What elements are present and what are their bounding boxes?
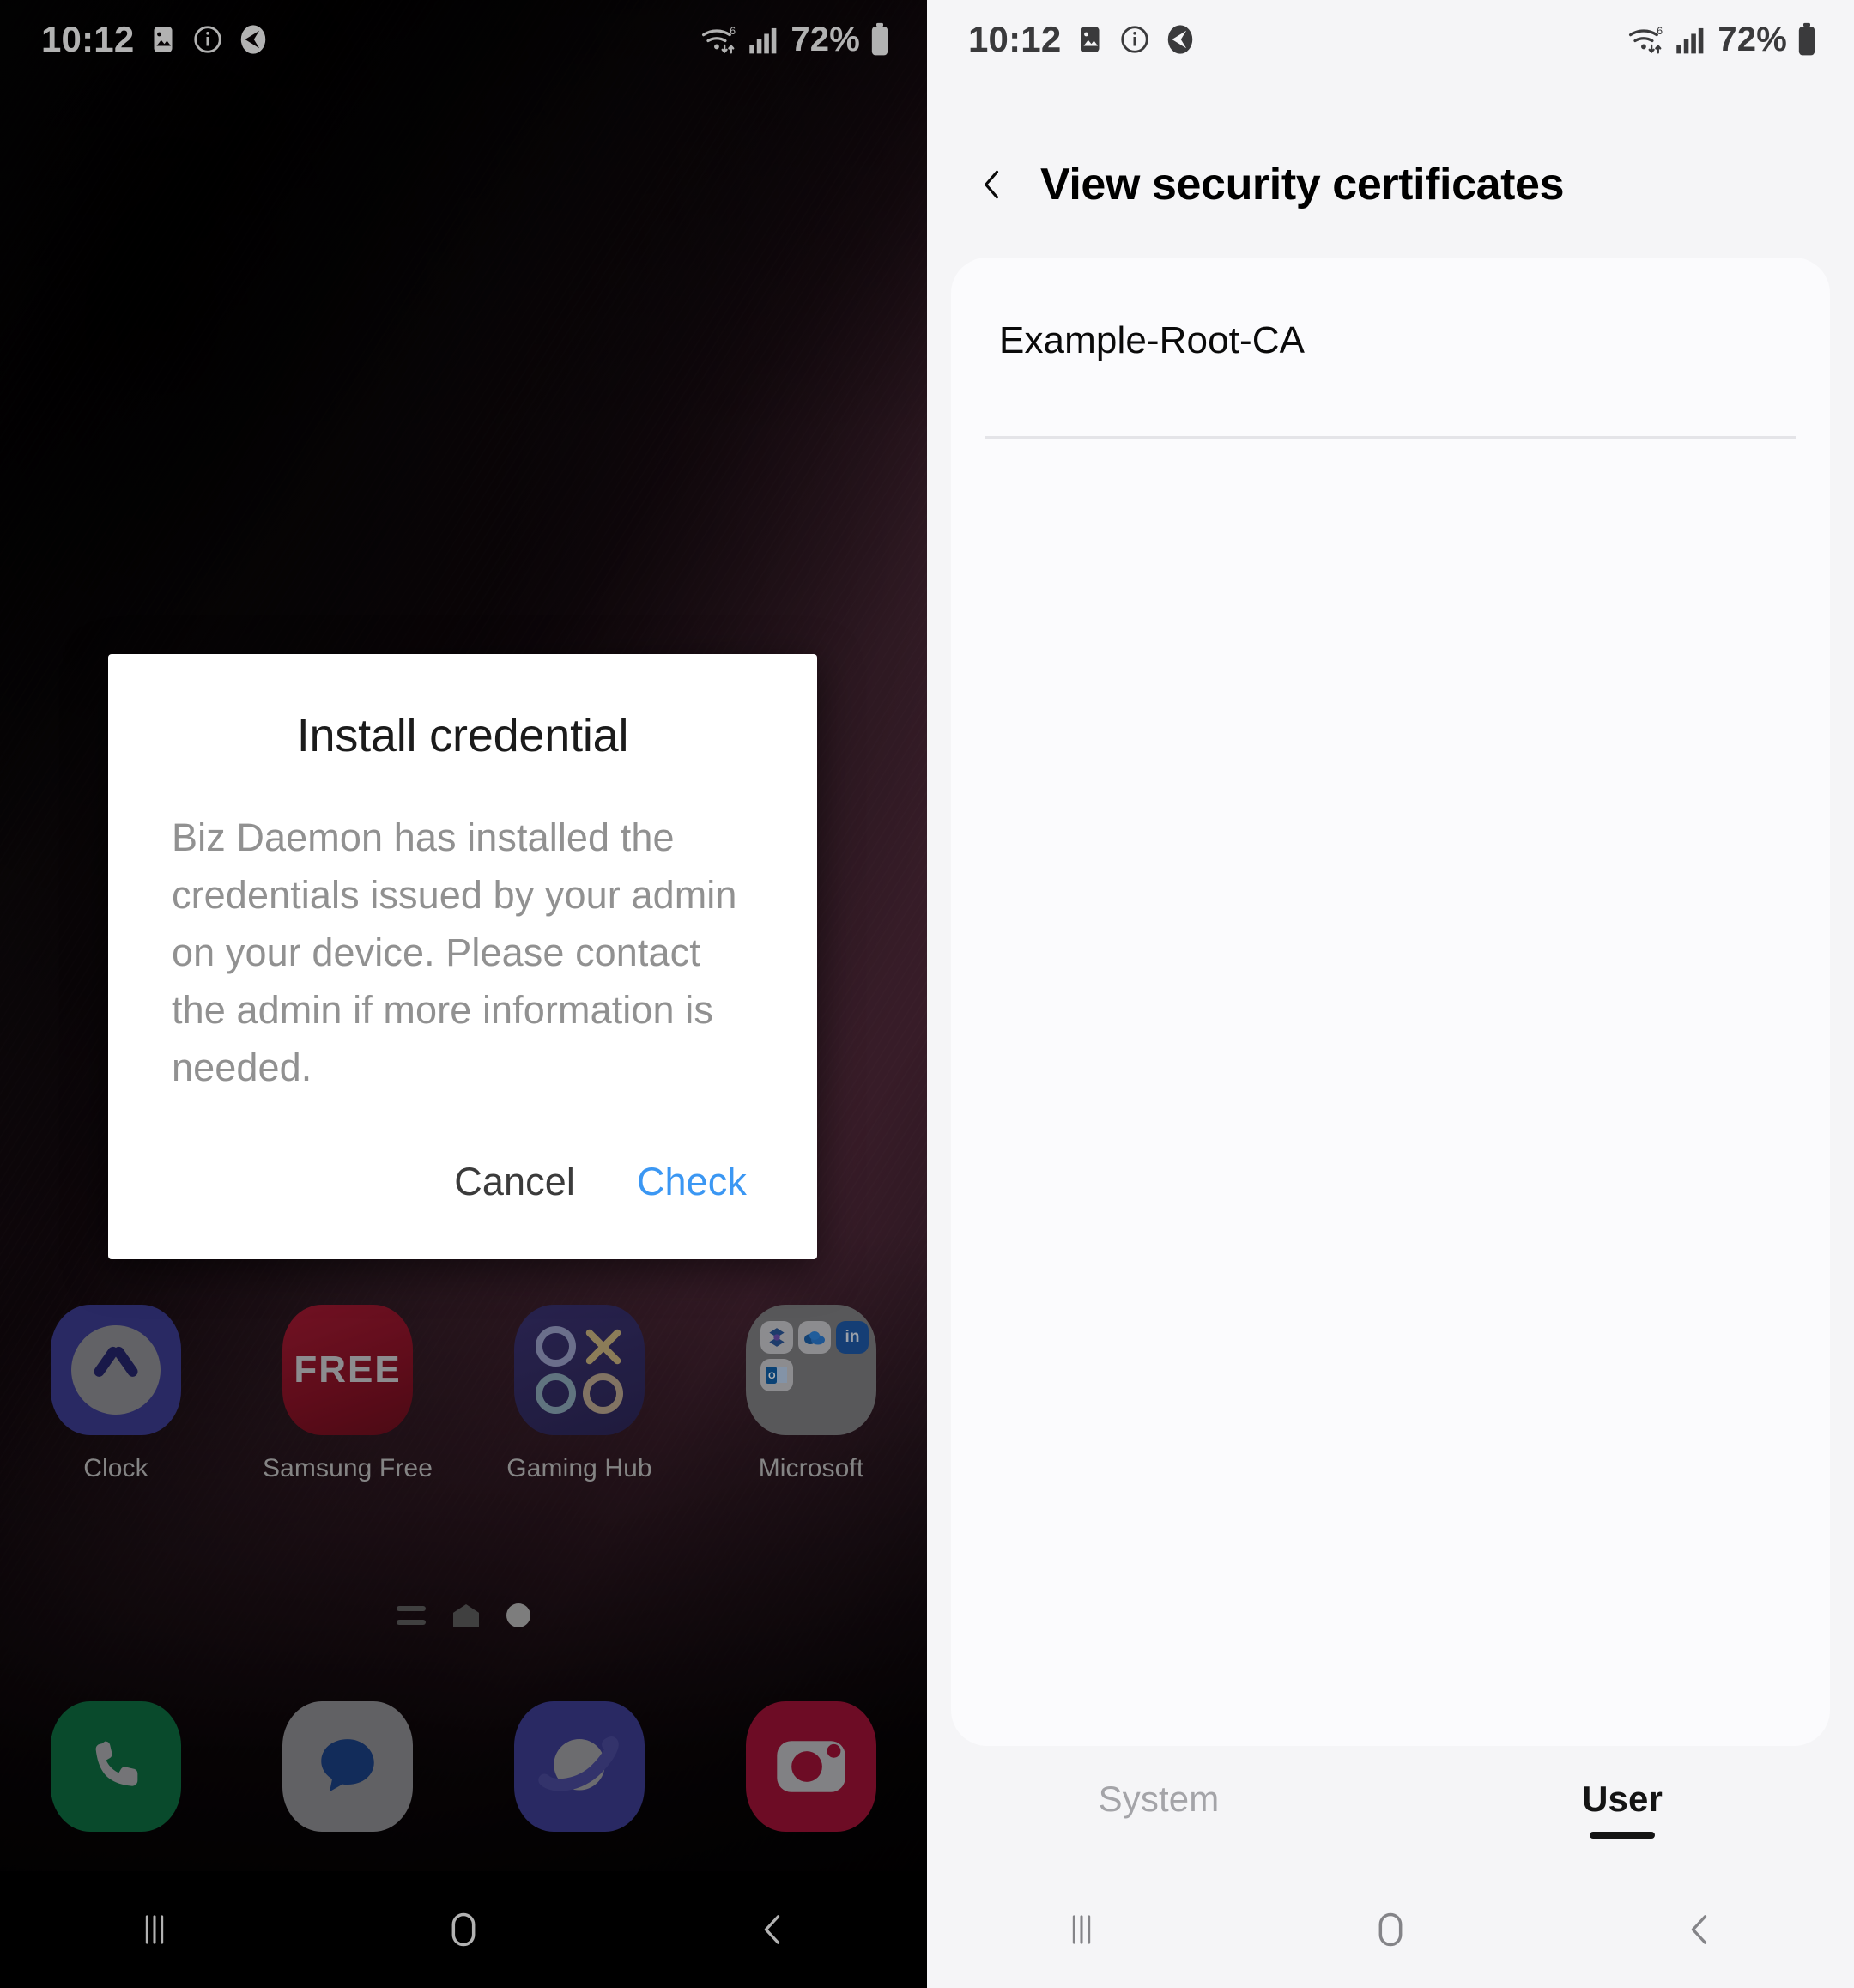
cellular-signal-icon — [1675, 24, 1704, 55]
dialog-message: Biz Daemon has installed the credentials… — [172, 815, 737, 1089]
navigation-app-icon — [1164, 23, 1197, 56]
status-bar-clock: 10:12 — [968, 19, 1062, 59]
list-divider — [985, 436, 1796, 439]
certificate-list-card: Example-Root-CA — [951, 258, 1830, 1746]
recents-button[interactable] — [927, 1907, 1236, 1952]
back-chevron-icon[interactable] — [973, 166, 1011, 203]
wifi-6-icon: 6 — [1627, 22, 1666, 57]
tab-system[interactable]: System — [927, 1746, 1390, 1871]
svg-text:6: 6 — [1657, 25, 1663, 37]
list-item[interactable]: Example-Root-CA — [951, 258, 1830, 362]
tab-label: User — [1582, 1779, 1663, 1819]
battery-percent-label: 72% — [1718, 20, 1787, 58]
status-bar-right: 6 72% — [1627, 21, 1818, 59]
dialog-actions: Cancel Check — [108, 1096, 817, 1259]
status-bar: 10:12 6 72% — [927, 0, 1854, 79]
dialog-title: Install credential — [296, 710, 629, 761]
tab-user[interactable]: User — [1390, 1746, 1854, 1871]
tab-label: System — [1098, 1779, 1220, 1819]
home-button[interactable] — [1236, 1906, 1545, 1954]
settings-screen-pane: 10:12 6 72% View security certificates E… — [927, 0, 1854, 1988]
dual-screenshot: 10:12 6 72% Clock FREE Samsung Free Gami… — [0, 0, 1854, 1988]
certificate-name: Example-Root-CA — [999, 319, 1306, 361]
tab-underline — [1590, 1832, 1655, 1839]
info-icon — [1119, 24, 1150, 55]
page-header: View security certificates — [927, 120, 1854, 249]
tab-bar: System User — [927, 1746, 1854, 1871]
page-title: View security certificates — [1040, 160, 1565, 209]
status-bar-left: 10:12 — [968, 21, 1197, 58]
home-screen-pane: 10:12 6 72% Clock FREE Samsung Free Gami… — [0, 0, 927, 1988]
battery-icon — [1796, 22, 1818, 57]
navigation-bar — [927, 1871, 1854, 1988]
cancel-button[interactable]: Cancel — [432, 1151, 597, 1213]
install-credential-dialog: Install credential Biz Daemon has instal… — [108, 654, 817, 1259]
tab-underline — [1126, 1832, 1191, 1839]
image-icon — [1075, 24, 1106, 55]
back-button[interactable] — [1545, 1907, 1854, 1952]
check-button[interactable]: Check — [615, 1151, 769, 1213]
